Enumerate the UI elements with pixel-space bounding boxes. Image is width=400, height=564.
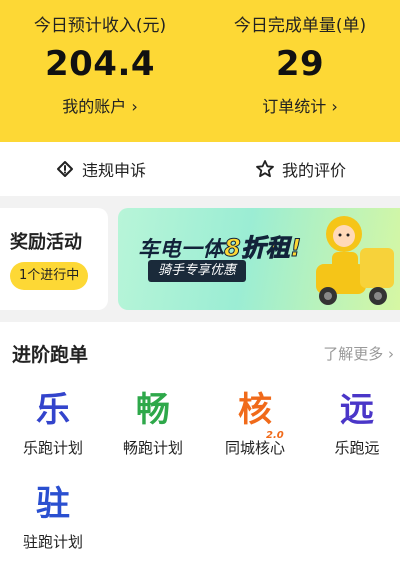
feature-zhupao-plan[interactable]: 驻 驻跑计划: [3, 484, 103, 564]
feature-name: 驻跑计划: [22, 533, 83, 551]
zhupao-icon: 驻: [36, 484, 70, 524]
appeal-button[interactable]: 违规申诉: [0, 142, 200, 196]
promo-banner[interactable]: 车电一体8折租! 骑手专享优惠: [118, 208, 400, 310]
banner-headline-prefix: 车电一体: [138, 237, 224, 261]
star-icon: [254, 158, 276, 180]
learn-more-link[interactable]: 了解更多 ›: [323, 343, 394, 364]
advanced-section: 进阶跑单 了解更多 › 乐 乐跑计划 畅 畅跑计划 核 2.0 同城核心 远 乐跑…: [0, 322, 400, 564]
lepao-icon: 乐: [36, 390, 70, 430]
feature-lepao-plan[interactable]: 乐 乐跑计划: [3, 390, 103, 470]
banner-subtitle: 骑手专享优惠: [148, 260, 247, 282]
my-reviews-label: 我的评价: [281, 161, 346, 180]
feature-name: 乐跑远: [334, 439, 380, 457]
feature-city-core[interactable]: 核 2.0 同城核心: [205, 390, 305, 470]
changpao-icon: 畅: [136, 390, 170, 430]
banner-headline: 车电一体8折租!: [138, 228, 302, 263]
orders-label: 今日完成单量(单): [233, 16, 367, 36]
rider-scooter-illustration: [316, 216, 394, 305]
feature-name: 畅跑计划: [122, 439, 183, 457]
advanced-title: 进阶跑单: [12, 344, 89, 366]
feature-lepao-far[interactable]: 远 乐跑远: [307, 390, 400, 470]
lepao-far-icon: 远: [340, 390, 374, 430]
rewards-badge[interactable]: 1个进行中: [10, 262, 89, 290]
income-label: 今日预计收入(元): [33, 16, 167, 36]
banner-headline-accent: 8折租!: [224, 234, 302, 263]
feature-name: 乐跑计划: [22, 439, 83, 457]
orders-value: 29: [275, 44, 325, 84]
feature-changpao-plan[interactable]: 畅 畅跑计划: [103, 390, 203, 470]
rewards-card[interactable]: 奖励活动 1个进行中: [0, 208, 108, 310]
rewards-title: 奖励活动: [10, 232, 82, 253]
city-core-icon: 核 2.0: [205, 390, 305, 441]
appeal-icon: [54, 158, 76, 180]
feature-name: 同城核心: [224, 439, 285, 457]
action-row: 违规申诉 我的评价: [0, 142, 400, 196]
my-account-link[interactable]: 我的账户 ›: [0, 93, 200, 117]
my-reviews-button[interactable]: 我的评价: [200, 142, 400, 196]
order-stats-link[interactable]: 订单统计 ›: [200, 93, 400, 117]
appeal-label: 违规申诉: [81, 161, 146, 180]
income-value: 204.4: [44, 44, 156, 84]
stats-header: 今日预计收入(元) 204.4 我的账户 › 今日完成单量(单) 29 订单统计…: [0, 0, 400, 142]
